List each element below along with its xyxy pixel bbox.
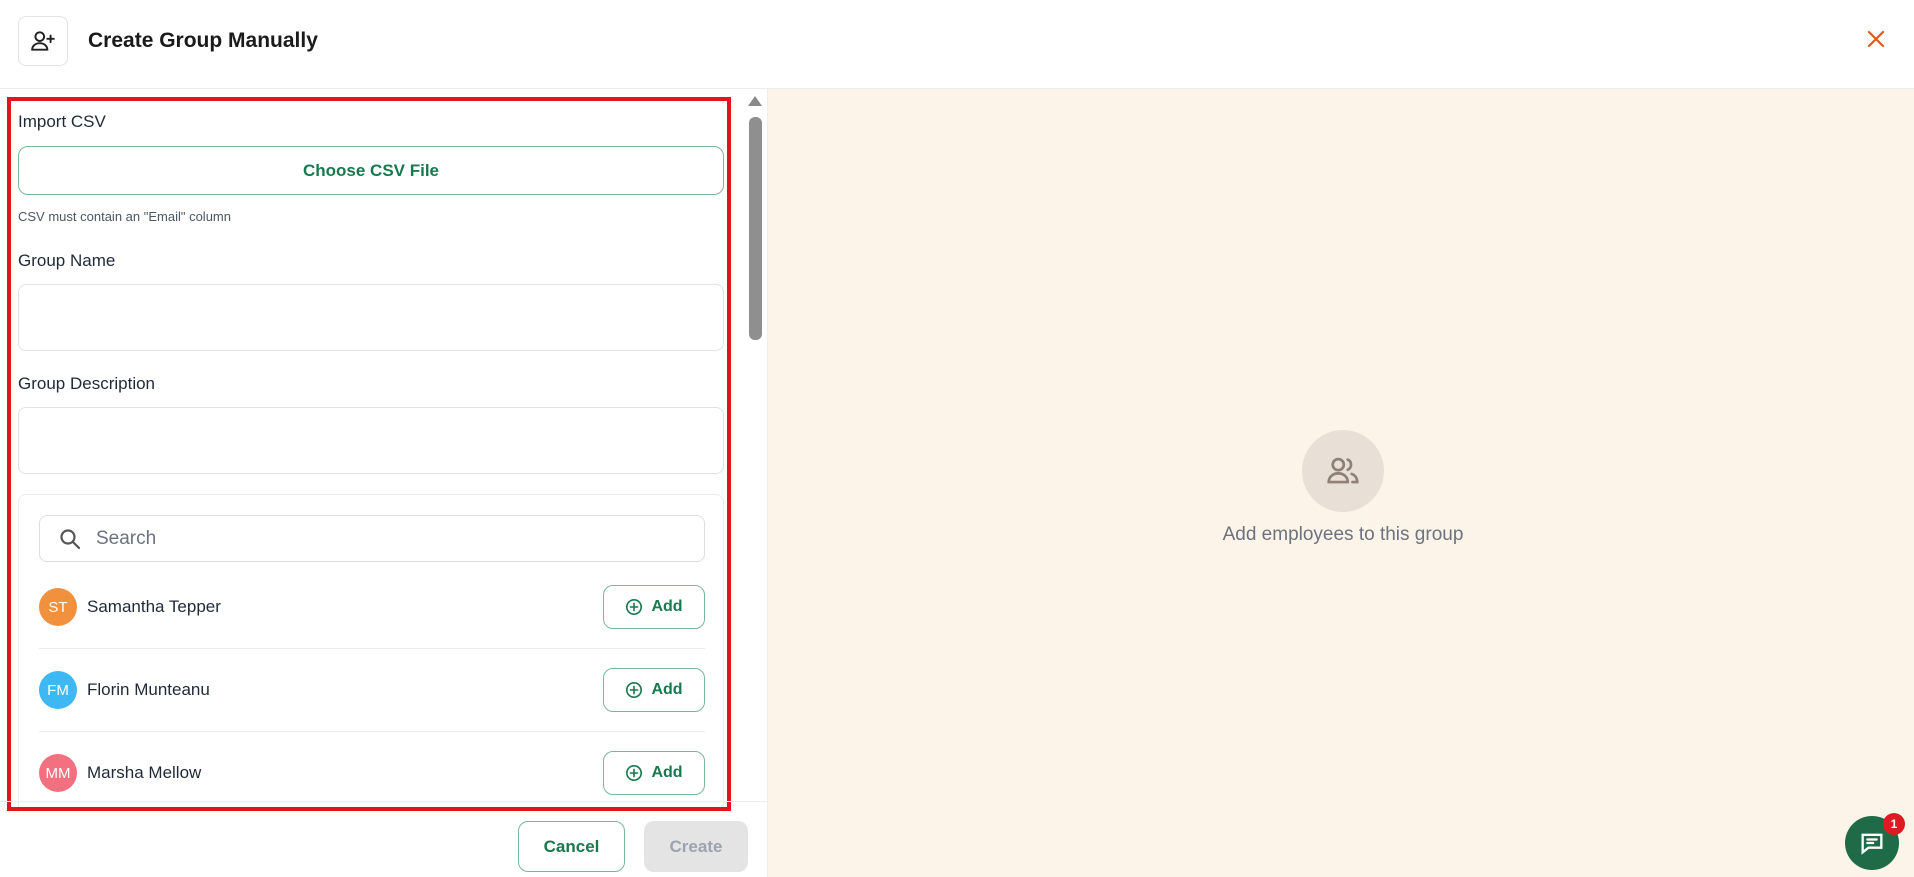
search-icon: [60, 528, 81, 549]
group-name-input[interactable]: [18, 284, 724, 351]
import-csv-label: Import CSV: [18, 112, 106, 131]
close-button[interactable]: [1862, 25, 1890, 53]
chat-icon: [1861, 833, 1883, 855]
avatar: FM: [39, 671, 77, 709]
avatar: ST: [39, 588, 77, 626]
search-placeholder: Search: [96, 527, 157, 549]
user-plus-icon: [18, 16, 68, 66]
notification-badge: 1: [1883, 813, 1905, 835]
add-employee-button[interactable]: Add: [603, 668, 705, 712]
list-item: MM Marsha Mellow Add: [39, 732, 705, 812]
employee-name: Samantha Tepper: [87, 597, 221, 616]
page-title: Create Group Manually: [88, 29, 318, 52]
dialog-header: Create Group Manually: [0, 0, 1914, 89]
avatar: MM: [39, 754, 77, 792]
plus-circle-icon: [626, 764, 643, 782]
scroll-up-arrow[interactable]: [748, 96, 762, 106]
employee-name: Florin Munteanu: [87, 680, 210, 699]
scrollbar-thumb[interactable]: [749, 117, 762, 340]
empty-state-text: Add employees to this group: [1222, 524, 1464, 545]
add-employee-button[interactable]: Add: [603, 751, 705, 795]
users-icon: [1302, 430, 1384, 512]
list-item: ST Samantha Tepper Add: [39, 566, 705, 649]
employee-list-box: Search ST Samantha Tepper Add FM Florin …: [18, 494, 724, 812]
plus-circle-icon: [626, 598, 643, 616]
list-item: FM Florin Munteanu Add: [39, 649, 705, 732]
add-label: Add: [651, 764, 683, 781]
plus-circle-icon: [626, 681, 643, 699]
csv-hint: CSV must contain an "Email" column: [18, 209, 231, 224]
create-button[interactable]: Create: [644, 821, 748, 872]
choose-csv-button[interactable]: Choose CSV File: [18, 146, 724, 195]
add-label: Add: [651, 598, 683, 615]
group-description-input[interactable]: [18, 407, 724, 474]
group-name-label: Group Name: [18, 251, 116, 270]
search-input[interactable]: Search: [39, 515, 705, 562]
employee-name: Marsha Mellow: [87, 763, 202, 782]
footer-divider: [0, 801, 767, 802]
close-icon: [1867, 30, 1885, 48]
add-label: Add: [651, 681, 683, 698]
cancel-button[interactable]: Cancel: [518, 821, 625, 872]
group-description-label: Group Description: [18, 374, 156, 393]
add-employee-button[interactable]: Add: [603, 585, 705, 629]
